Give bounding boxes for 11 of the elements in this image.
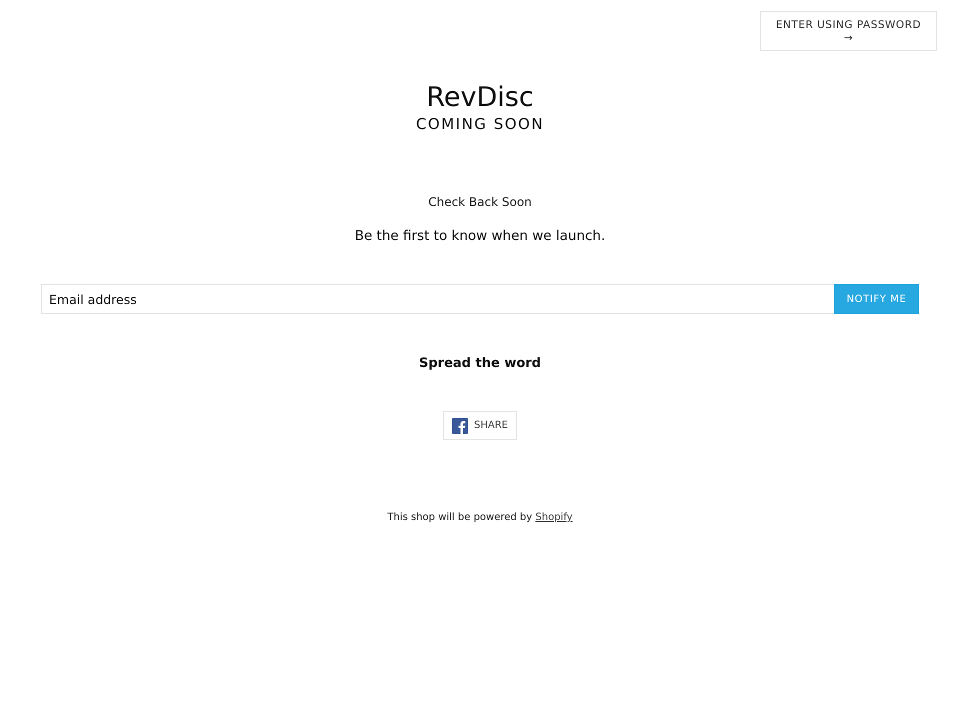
- share-button[interactable]: SHARE: [443, 411, 517, 440]
- password-button[interactable]: ENTER USING PASSWORD →: [760, 11, 937, 51]
- shop-title: RevDisc: [426, 82, 534, 113]
- subtitle: COMING SOON: [416, 115, 544, 133]
- email-field[interactable]: Email address: [41, 284, 834, 314]
- message-heading: Check Back Soon: [428, 195, 532, 209]
- share-heading: Spread the word: [419, 356, 541, 371]
- facebook-icon: [452, 418, 468, 434]
- shopify-link[interactable]: Shopify: [535, 512, 573, 523]
- message-text: Be the first to know when we launch.: [354, 228, 606, 244]
- footer-text: This shop will be powered by Shopify: [387, 512, 573, 523]
